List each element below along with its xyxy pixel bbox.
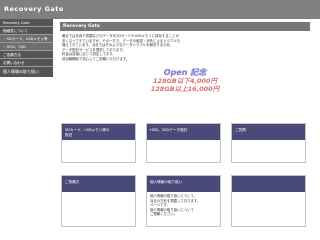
card-title: 個人情報の取り扱い xyxy=(150,180,183,184)
intro-text: 最近では写真や書類などのデータをSDカードやUSBメモリに保存することが 多くな… xyxy=(60,34,310,62)
promo-price-small: 128GB以下4,000円 xyxy=(153,76,217,85)
sidebar: Recovery Gate 価格表について ・SDカード、USBメモリ等 ・HD… xyxy=(0,19,53,240)
site-logo[interactable]: Recovery Gate xyxy=(4,5,64,13)
card-body-line: ご理解ください。 xyxy=(150,212,178,216)
site-header: Recovery Gate xyxy=(0,0,320,19)
page-title: Recovery Gate xyxy=(60,22,310,31)
card-title: ご質問 xyxy=(235,128,246,132)
promo-price-large: 128GB以上16,000円 xyxy=(150,84,220,93)
sidebar-item-hdd-ssd[interactable]: ・HDD、SSD xyxy=(0,43,53,51)
card-privacy[interactable]: 個人情報の取り扱い 個人情報の取り扱いについて、 当社の方針を掲載しております。… xyxy=(146,175,221,227)
sidebar-item-price[interactable]: 価格表について xyxy=(0,27,53,35)
promo-banner: Open 記念 128GB以下4,000円 128GB以上16,000円 xyxy=(60,68,310,93)
intro-line: 成功報酬制で安心してご依頼いただけます。 xyxy=(62,56,130,61)
sidebar-item-request[interactable]: ご依頼方法 xyxy=(0,51,53,59)
card-sd-usb[interactable]: SDカード、USBメモリ等の 復旧 xyxy=(61,123,136,163)
card-title-2: 復旧 xyxy=(65,132,73,137)
promo-open: Open 記念 xyxy=(163,67,207,77)
card-title: HDD、SSDデータ復旧 xyxy=(150,128,188,132)
card-empty[interactable] xyxy=(231,175,306,227)
card-request[interactable]: ご依頼方 xyxy=(61,175,136,227)
sidebar-item-contact[interactable]: お問い合わせ xyxy=(0,59,53,67)
card-faq[interactable]: ご質問 xyxy=(231,123,306,163)
card-hdd-ssd[interactable]: HDD、SSDデータ復旧 xyxy=(146,123,221,163)
card-title: ご依頼方 xyxy=(65,180,80,184)
sidebar-item-home[interactable]: Recovery Gate xyxy=(0,19,53,27)
sidebar-item-privacy[interactable]: 個人情報の取り扱い xyxy=(0,67,53,77)
sidebar-item-sd-usb[interactable]: ・SDカード、USBメモリ等 xyxy=(0,35,53,43)
